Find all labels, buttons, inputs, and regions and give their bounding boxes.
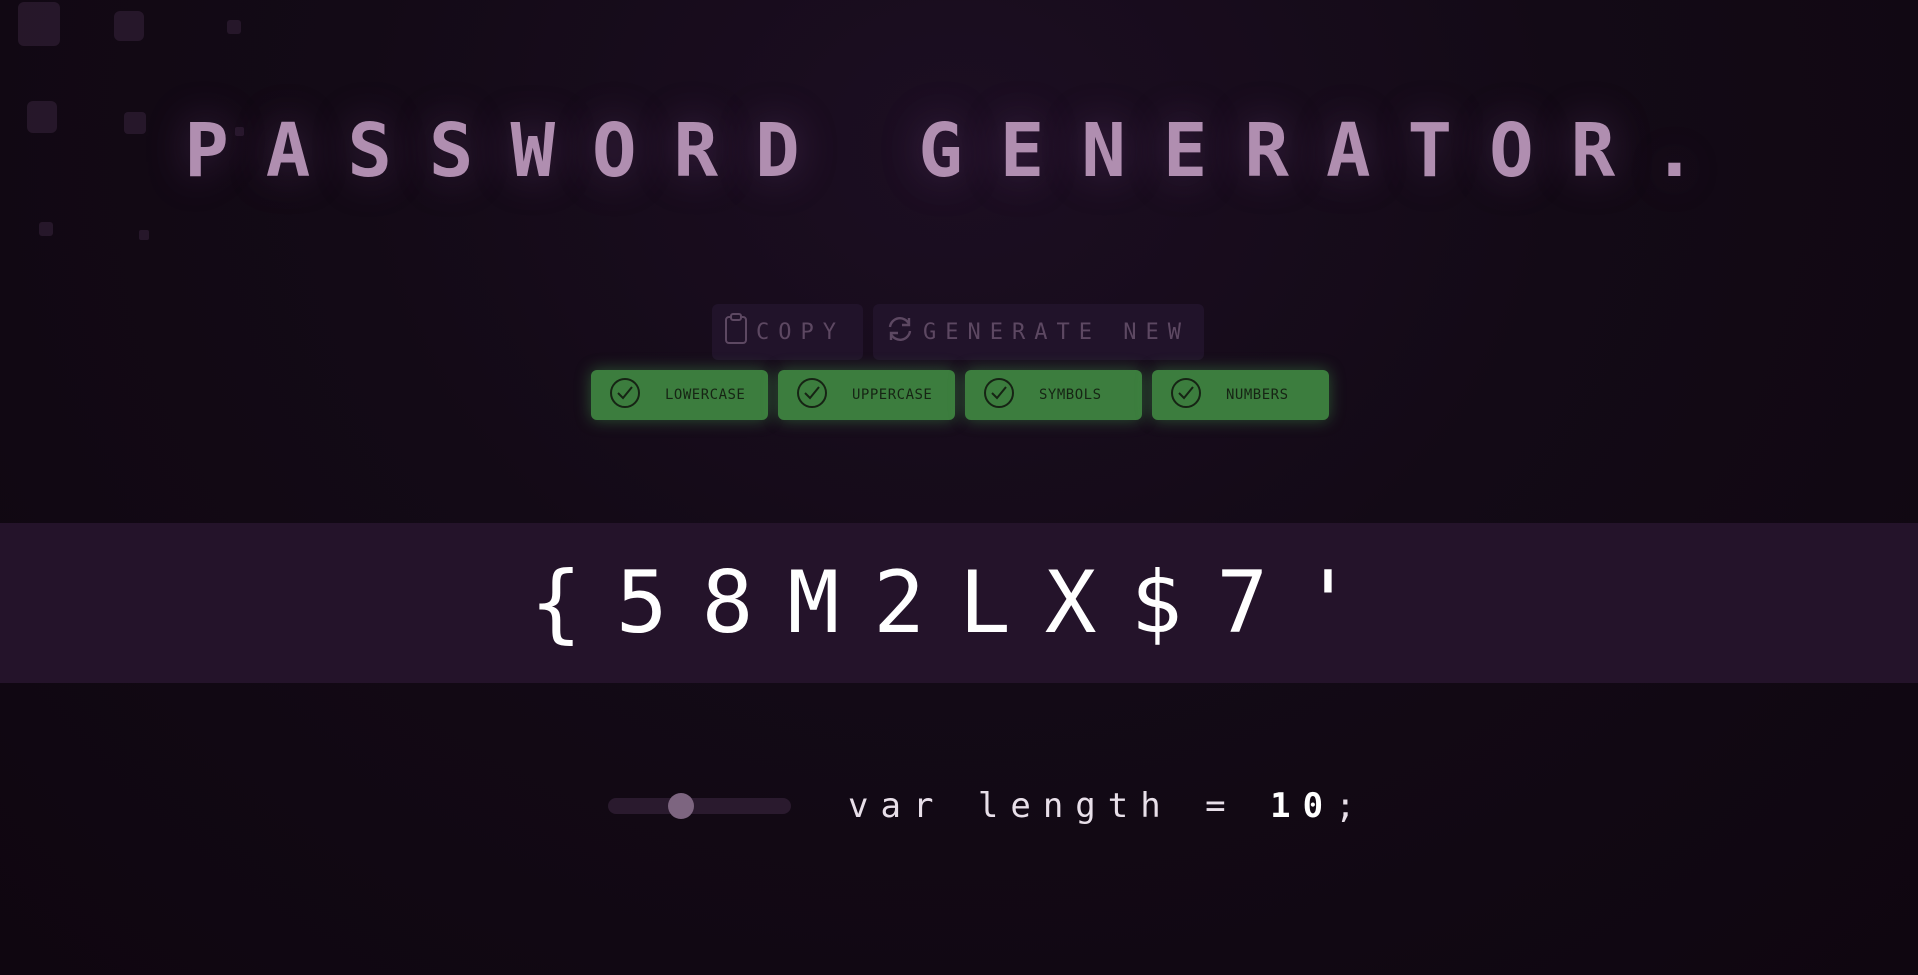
decor-square <box>114 11 144 41</box>
check-circle-icon <box>983 377 1015 413</box>
option-label: NUMBERS <box>1226 387 1289 403</box>
decor-square <box>18 2 60 46</box>
option-uppercase[interactable]: UPPERCASE <box>778 370 955 420</box>
password-display: {58M2LX$7' <box>0 523 1918 683</box>
decor-square <box>139 230 149 240</box>
slider-track[interactable] <box>608 798 791 814</box>
page-title: PASSWORD GENERATOR. <box>184 108 1734 194</box>
decor-square <box>39 222 53 236</box>
character-options: LOWERCASE UPPERCASE SYMBOLS NUMBERS <box>591 370 1329 420</box>
option-numbers[interactable]: NUMBERS <box>1152 370 1329 420</box>
check-circle-icon <box>796 377 828 413</box>
option-lowercase[interactable]: LOWERCASE <box>591 370 768 420</box>
length-prefix: var length = <box>848 786 1238 826</box>
check-circle-icon <box>1170 377 1202 413</box>
slider-thumb[interactable] <box>668 793 694 819</box>
length-slider[interactable] <box>608 793 791 819</box>
clipboard-icon <box>724 313 756 351</box>
option-label: SYMBOLS <box>1039 387 1102 403</box>
copy-button[interactable]: COPY <box>712 304 863 360</box>
check-circle-icon <box>609 377 641 413</box>
option-label: UPPERCASE <box>852 387 933 403</box>
refresh-icon <box>885 314 923 350</box>
generate-new-label: GENERATE NEW <box>923 319 1190 345</box>
generated-password: {58M2LX$7' <box>530 553 1388 653</box>
length-value: 10 <box>1270 786 1336 826</box>
copy-label: COPY <box>756 319 845 345</box>
length-readout: var length = 10; <box>848 784 1368 828</box>
app-root: PASSWORD GENERATOR. COPY GENERATE NEW LO… <box>0 0 1918 975</box>
action-bar: COPY GENERATE NEW <box>712 304 1204 360</box>
decor-square <box>227 20 241 34</box>
generate-new-button[interactable]: GENERATE NEW <box>873 304 1204 360</box>
length-suffix: ; <box>1335 786 1368 826</box>
option-symbols[interactable]: SYMBOLS <box>965 370 1142 420</box>
option-label: LOWERCASE <box>665 387 746 403</box>
